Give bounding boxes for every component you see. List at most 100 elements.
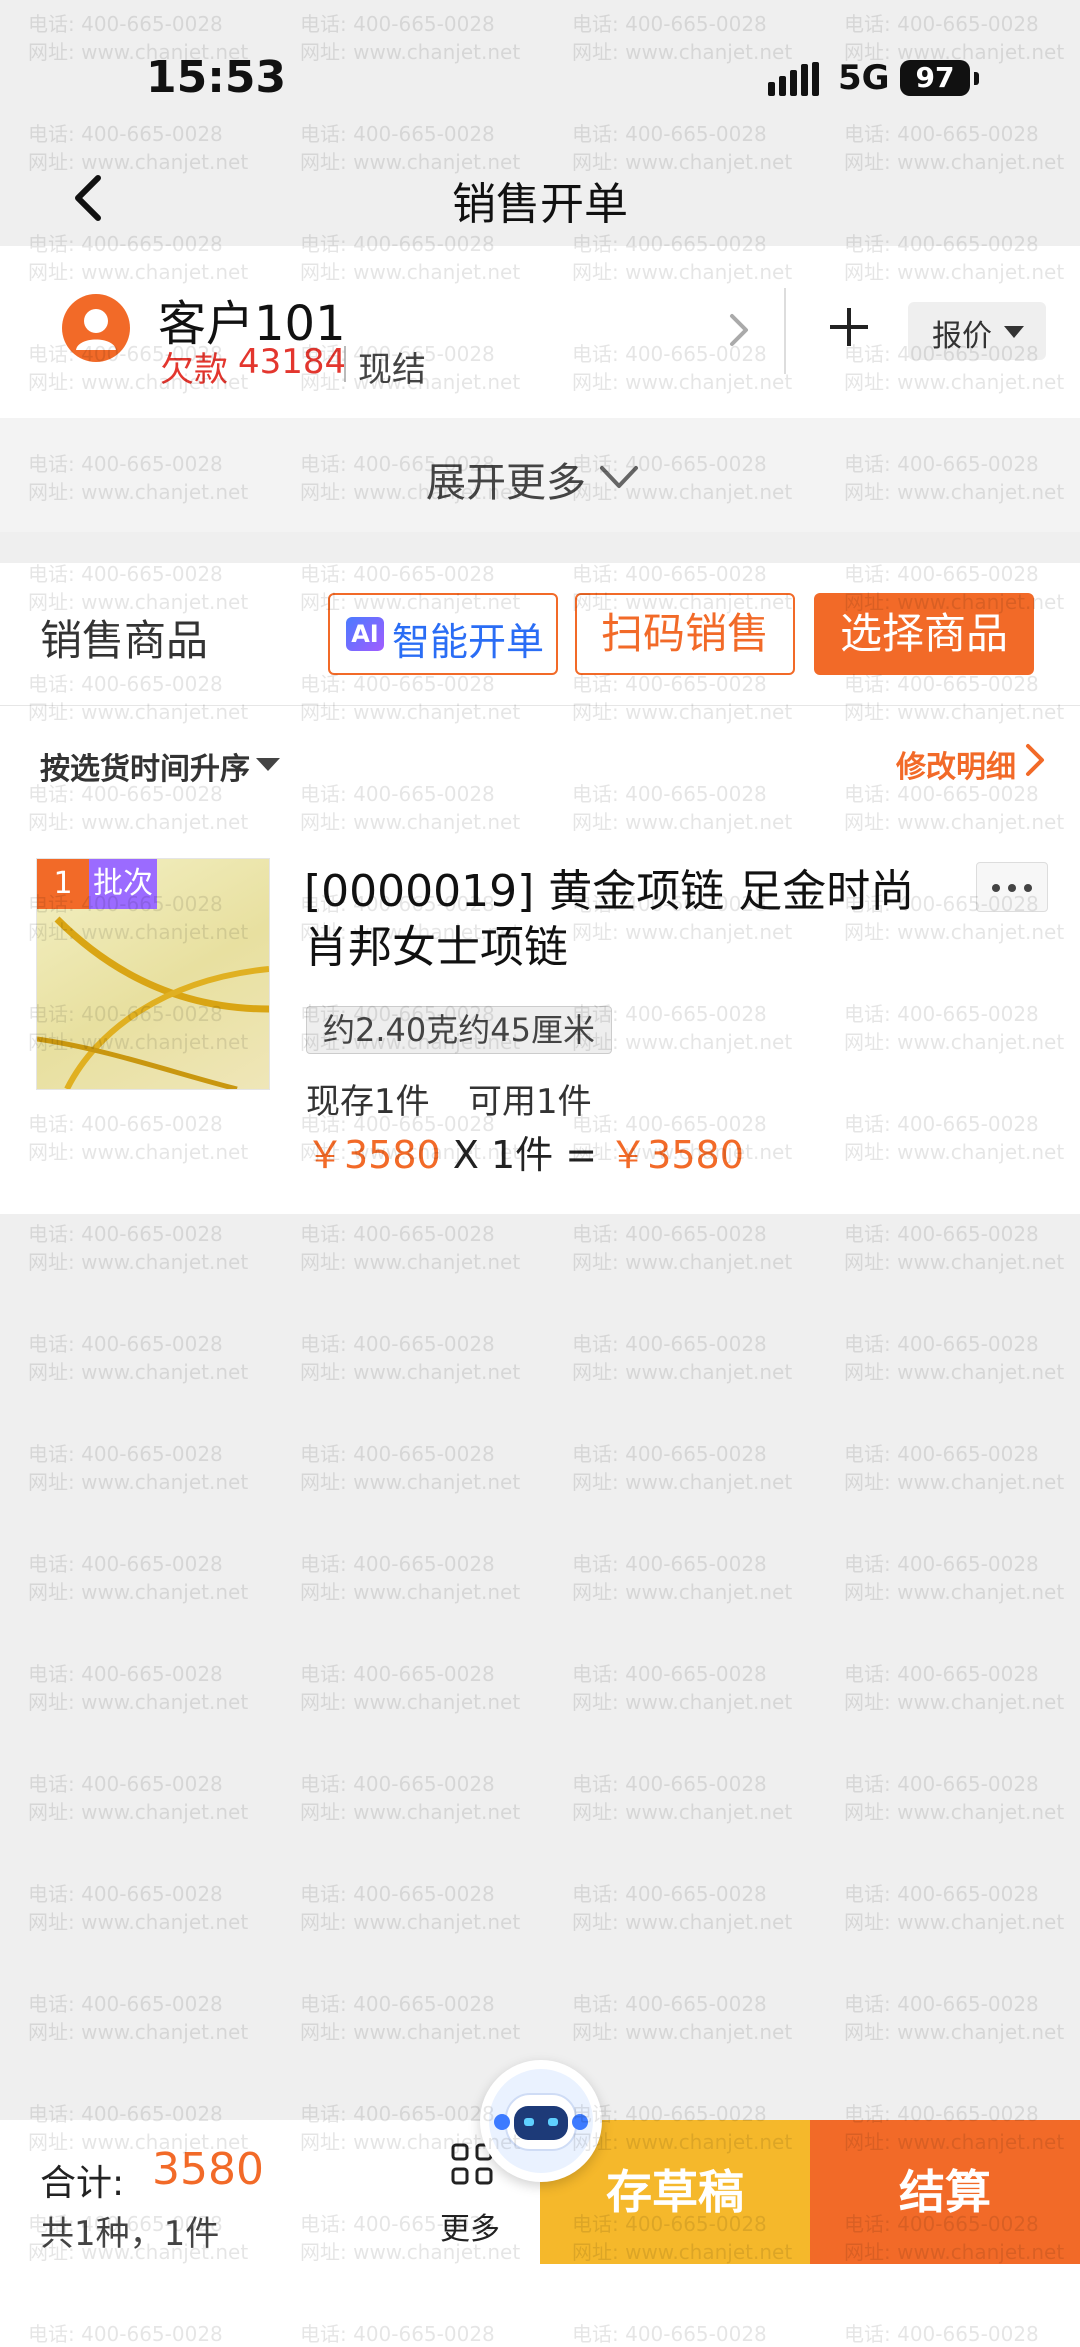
watermark-phone: 电话: 400-665-0028 xyxy=(28,1442,223,1466)
nav-bar: 销售开单 xyxy=(0,150,1080,246)
user-icon xyxy=(76,309,116,350)
watermark-phone: 电话: 400-665-0028 xyxy=(844,1772,1039,1796)
watermark-url: 网址: www.chanjet.net xyxy=(28,1800,249,1824)
assistant-robot-button[interactable] xyxy=(480,2060,602,2182)
watermark-text: 电话: 400-665-0028 网址: www.chanjet.net xyxy=(844,1990,1080,2046)
watermark-text: 电话: 400-665-0028 网址: www.chanjet.net xyxy=(300,1330,600,1386)
watermark-url: 网址: www.chanjet.net xyxy=(300,1250,521,1274)
stock-qty: 现存1件 xyxy=(306,1082,430,1122)
list-item[interactable]: 1 批次 [0000019] 黄金项链 足金时尚肖邦女士项链 约2.40克约45… xyxy=(0,818,1080,1214)
debt-label: 欠款 xyxy=(160,350,228,390)
unit-price[interactable]: ￥3580 xyxy=(306,1133,441,1177)
watermark-text: 电话: 400-665-0028 网址: www.chanjet.net xyxy=(300,1770,600,1826)
watermark-url: 网址: www.chanjet.net xyxy=(28,1250,249,1274)
watermark-url: 网址: www.chanjet.net xyxy=(300,1580,521,1604)
more-options-button[interactable] xyxy=(976,862,1048,912)
watermark-phone: 电话: 400-665-0028 xyxy=(572,1332,767,1356)
checkout-button[interactable]: 结算 xyxy=(810,2120,1080,2264)
watermark-url: 网址: www.chanjet.net xyxy=(844,1910,1065,1934)
debt-value: 43184 xyxy=(238,342,347,382)
sort-row: 按选货时间升序 修改明细 xyxy=(0,706,1080,818)
status-bar: 15:53 5G 97 xyxy=(0,0,1080,150)
avatar xyxy=(62,294,130,362)
watermark-text: 电话: 400-665-0028 网址: www.chanjet.net xyxy=(844,1440,1080,1496)
watermark-text: 电话: 400-665-0028 网址: www.chanjet.net xyxy=(28,1220,328,1276)
watermark-url: 网址: www.chanjet.net xyxy=(844,1470,1065,1494)
equals-sign: = xyxy=(565,1133,598,1177)
watermark-url: 网址: www.chanjet.net xyxy=(844,1580,1065,1604)
expand-more-button[interactable]: 展开更多 xyxy=(0,418,1080,532)
watermark-url: 网址: www.chanjet.net xyxy=(572,1800,793,1824)
watermark-url: 网址: www.chanjet.net xyxy=(300,2020,521,2044)
watermark-url: 网址: www.chanjet.net xyxy=(572,1470,793,1494)
ai-order-button[interactable]: AI 智能开单 xyxy=(328,593,558,675)
caret-down-icon[interactable] xyxy=(256,758,280,771)
sort-dropdown[interactable]: 按选货时间升序 xyxy=(40,744,250,788)
watermark-phone: 电话: 400-665-0028 xyxy=(300,1442,495,1466)
ai-order-label: 智能开单 xyxy=(392,620,545,664)
watermark-text: 电话: 400-665-0028 网址: www.chanjet.net xyxy=(844,1770,1080,1826)
expand-more-label: 展开更多 xyxy=(426,460,586,506)
watermark-text: 电话: 400-665-0028 网址: www.chanjet.net xyxy=(572,1220,872,1276)
watermark-phone: 电话: 400-665-0028 xyxy=(572,1992,767,2016)
watermark-url: 网址: www.chanjet.net xyxy=(572,1910,793,1934)
available-qty: 可用1件 xyxy=(468,1082,592,1122)
chevron-right-icon[interactable] xyxy=(1020,740,1050,780)
watermark-phone: 电话: 400-665-0028 xyxy=(28,1222,223,1246)
sales-items-header: 销售商品 AI 智能开单 扫码销售 选择商品 xyxy=(0,563,1080,706)
watermark-url: 网址: www.chanjet.net xyxy=(300,1800,521,1824)
total-label: 合计: xyxy=(40,2163,125,2204)
section-title: 销售商品 xyxy=(40,616,209,665)
quote-label: 报价 xyxy=(932,319,992,354)
watermark-phone: 电话: 400-665-0028 xyxy=(844,1662,1039,1686)
watermark-phone: 电话: 400-665-0028 xyxy=(28,1552,223,1576)
watermark-phone: 电话: 400-665-0028 xyxy=(300,1662,495,1686)
divider xyxy=(784,288,786,374)
watermark-phone: 电话: 400-665-0028 xyxy=(28,1992,223,2016)
watermark-text: 电话: 400-665-0028 网址: www.chanjet.net xyxy=(300,1220,600,1276)
watermark-phone: 电话: 400-665-0028 xyxy=(572,1442,767,1466)
watermark-url: 网址: www.chanjet.net xyxy=(844,2020,1065,2044)
watermark-text: 电话: 400-665-0028 网址: www.chanjet.net xyxy=(844,1550,1080,1606)
item-index-badge: 1 xyxy=(37,859,89,909)
watermark-url: 网址: www.chanjet.net xyxy=(844,1250,1065,1274)
watermark-phone: 电话: 400-665-0028 xyxy=(844,1442,1039,1466)
chevron-right-icon[interactable] xyxy=(724,310,754,350)
watermark-url: 网址: www.chanjet.net xyxy=(572,1690,793,1714)
watermark-text: 电话: 400-665-0028 网址: www.chanjet.net xyxy=(572,1440,872,1496)
scan-sale-button[interactable]: 扫码销售 xyxy=(575,593,795,675)
watermark-text: 电话: 400-665-0028 网址: www.chanjet.net xyxy=(572,1880,872,1936)
battery-icon: 97 xyxy=(900,60,970,96)
watermark-text: 电话: 400-665-0028 网址: www.chanjet.net xyxy=(572,1550,872,1606)
chevron-down-icon xyxy=(600,466,638,488)
watermark-text: 电话: 400-665-0028 网址: www.chanjet.net xyxy=(572,1990,872,2046)
status-time: 15:53 xyxy=(146,52,287,103)
times-sign: X xyxy=(452,1133,479,1177)
robot-icon xyxy=(489,2069,593,2173)
quote-dropdown[interactable]: 报价 xyxy=(908,302,1046,360)
price-row[interactable]: ￥3580 X 1件 = ￥3580 xyxy=(306,1124,744,1179)
edit-details-link[interactable]: 修改明细 xyxy=(896,742,1016,786)
ai-icon: AI xyxy=(346,617,384,651)
watermark-url: 网址: www.chanjet.net xyxy=(28,1580,249,1604)
signal-icon xyxy=(768,62,820,96)
watermark-url: 网址: www.chanjet.net xyxy=(28,1360,249,1384)
more-button[interactable]: 更多 xyxy=(440,2204,500,2248)
quantity[interactable]: 1件 xyxy=(491,1133,553,1177)
customer-card[interactable]: 客户101 欠款 43184 现结 报价 xyxy=(0,246,1080,418)
choose-product-button[interactable]: 选择商品 xyxy=(814,593,1034,675)
watermark-text: 电话: 400-665-0028 网址: www.chanjet.net xyxy=(300,1880,600,1936)
watermark-phone: 电话: 400-665-0028 xyxy=(844,1882,1039,1906)
watermark-text: 电话: 400-665-0028 网址: www.chanjet.net xyxy=(300,1660,600,1716)
watermark-phone: 电话: 400-665-0028 xyxy=(572,1222,767,1246)
add-customer-button[interactable] xyxy=(826,304,872,350)
plus-icon xyxy=(830,308,868,346)
watermark-text: 电话: 400-665-0028 网址: www.chanjet.net xyxy=(572,1330,872,1386)
watermark-url: 网址: www.chanjet.net xyxy=(844,1690,1065,1714)
watermark-text: 电话: 400-665-0028 网址: www.chanjet.net xyxy=(300,1440,600,1496)
watermark-text: 电话: 400-665-0028 网址: www.chanjet.net xyxy=(28,1990,328,2046)
watermark-url: 网址: www.chanjet.net xyxy=(300,1690,521,1714)
watermark-phone: 电话: 400-665-0028 xyxy=(300,1332,495,1356)
watermark-text: 电话: 400-665-0028 网址: www.chanjet.net xyxy=(28,1880,328,1936)
total-value: 3580 xyxy=(152,2144,264,2195)
